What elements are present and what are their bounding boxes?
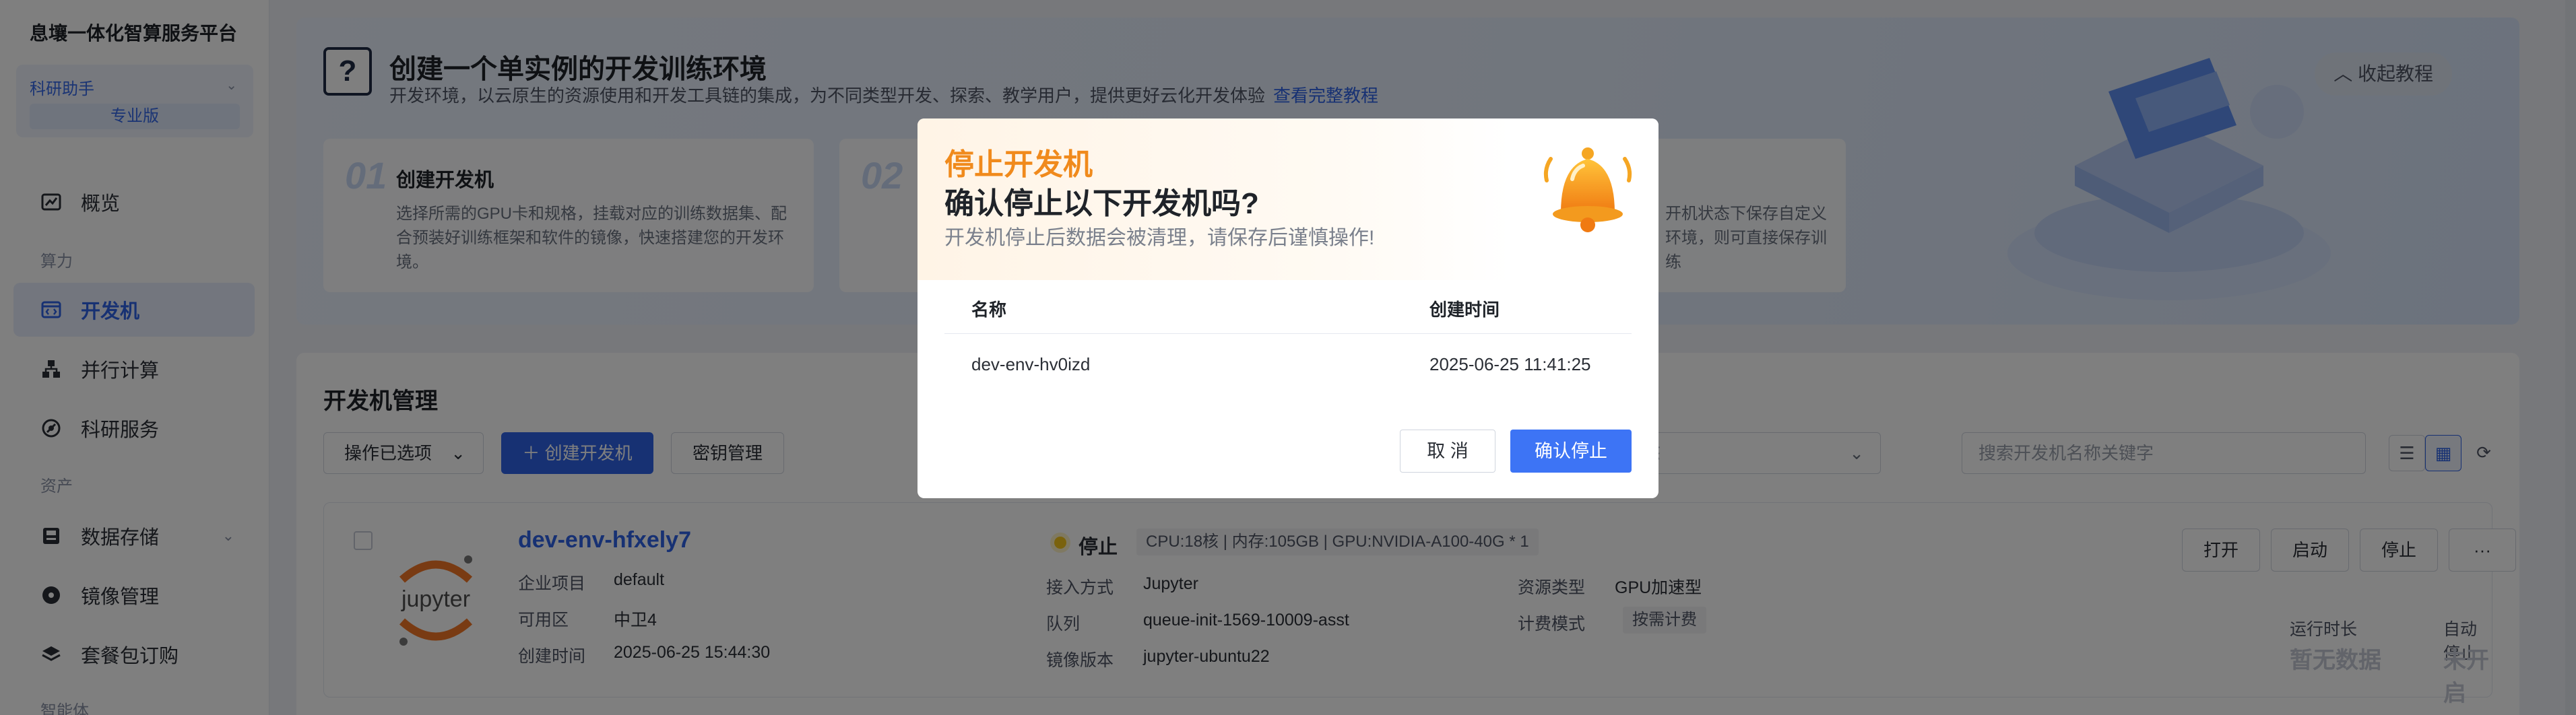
bell-icon (1543, 147, 1632, 232)
row-created: 2025-06-25 11:41:25 (1429, 354, 1591, 374)
dialog-title: 确认停止以下开发机吗? (944, 187, 1259, 220)
table-row: dev-env-hv0izd 2025-06-25 11:41:25 (944, 334, 1632, 390)
confirm-stop-button[interactable]: 确认停止 (1510, 430, 1632, 473)
row-name: dev-env-hv0izd (971, 354, 1091, 374)
dialog-subtitle: 开发机停止后数据会被清理，请保存后谨慎操作! (944, 227, 1375, 249)
table-header: 名称 创建时间 (944, 277, 1632, 334)
stop-devbox-dialog: 停止开发机 确认停止以下开发机吗? 开发机停止后数据会被清理，请保存后谨慎操作!… (917, 118, 1659, 498)
column-header-created: 创建时间 (1429, 300, 1500, 320)
app-root: 息壤一体化智算服务平台 科研助手 ⌄ 专业版 概览 算力 开发机 并行计算 科研… (0, 0, 2576, 715)
column-header-name: 名称 (971, 300, 1007, 320)
cancel-button[interactable]: 取 消 (1400, 430, 1495, 473)
dialog-kicker: 停止开发机 (944, 148, 1093, 181)
